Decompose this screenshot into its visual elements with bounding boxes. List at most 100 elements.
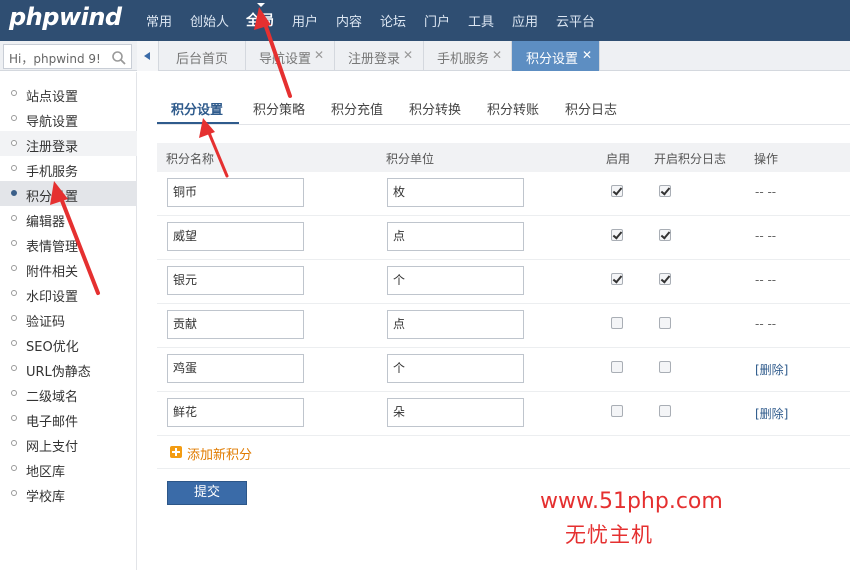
- sidebar-item-schools[interactable]: 学校库: [0, 481, 137, 506]
- nav-item-forum[interactable]: 论坛: [380, 11, 406, 30]
- bullet-icon: [11, 215, 17, 221]
- search-icon[interactable]: [111, 50, 127, 66]
- add-credit-link[interactable]: 添加新积分: [187, 444, 252, 463]
- sidebar-item-payment[interactable]: 网上支付: [0, 431, 137, 456]
- subtab-credit-strategy[interactable]: 积分策略: [253, 99, 305, 118]
- credit-name-input[interactable]: 威望: [167, 222, 304, 251]
- enable-checkbox[interactable]: [611, 361, 623, 373]
- plus-icon[interactable]: [170, 446, 182, 458]
- enable-checkbox[interactable]: [611, 273, 623, 285]
- credit-name-input[interactable]: 鸡蛋: [167, 354, 304, 383]
- close-icon[interactable]: ✕: [492, 48, 502, 62]
- nav-item-apps[interactable]: 应用: [512, 11, 538, 30]
- enable-checkbox[interactable]: [611, 185, 623, 197]
- tabs-scroll-left-button[interactable]: [137, 41, 159, 71]
- subtab-credit-recharge[interactable]: 积分充值: [331, 99, 383, 118]
- submit-button[interactable]: 提交: [167, 481, 247, 505]
- sidebar-item-credit-settings[interactable]: 积分设置: [0, 181, 137, 206]
- bullet-icon: [11, 490, 17, 496]
- tab-nav-settings[interactable]: 导航设置 ✕: [246, 41, 335, 71]
- bullet-icon: [11, 190, 17, 196]
- delete-link[interactable]: [删除]: [755, 405, 788, 422]
- action-placeholder: -- --: [755, 185, 777, 199]
- subtab-credit-settings[interactable]: 积分设置: [171, 99, 223, 118]
- enable-log-checkbox[interactable]: [659, 229, 671, 241]
- enable-log-checkbox[interactable]: [659, 317, 671, 329]
- bullet-icon: [11, 115, 17, 121]
- action-placeholder: -- --: [755, 273, 777, 287]
- nav-item-cloud[interactable]: 云平台: [556, 11, 595, 30]
- enable-log-checkbox[interactable]: [659, 361, 671, 373]
- sidebar-item-mobile-service[interactable]: 手机服务: [0, 156, 137, 181]
- sidebar-item-site-settings[interactable]: 站点设置: [0, 81, 137, 106]
- credit-name-input[interactable]: 鲜花: [167, 398, 304, 427]
- enable-log-checkbox[interactable]: [659, 185, 671, 197]
- sidebar-item-url-rewrite[interactable]: URL伪静态: [0, 356, 137, 381]
- close-icon[interactable]: ✕: [314, 48, 324, 62]
- sidebar-item-emoticons[interactable]: 表情管理: [0, 231, 137, 256]
- enable-log-checkbox[interactable]: [659, 273, 671, 285]
- bullet-icon: [11, 390, 17, 396]
- watermark-brand: 无忧主机: [565, 523, 653, 547]
- tab-strip: Hi，phpwind 9! 后台首页 导航设置 ✕ 注册登录 ✕ 手机服务 ✕ …: [0, 41, 850, 71]
- search-input[interactable]: Hi，phpwind 9!: [3, 44, 132, 69]
- sidebar-item-seo[interactable]: SEO优化: [0, 331, 137, 356]
- credit-name-input[interactable]: 铜币: [167, 178, 304, 207]
- tab-mobile-service[interactable]: 手机服务 ✕: [424, 41, 512, 71]
- enable-checkbox[interactable]: [611, 317, 623, 329]
- active-nav-caret-icon: [257, 3, 265, 7]
- nav-item-users[interactable]: 用户: [292, 11, 318, 30]
- credit-unit-input[interactable]: 点: [387, 222, 524, 251]
- credit-unit-input[interactable]: 朵: [387, 398, 524, 427]
- header-actions: 操作: [754, 152, 779, 166]
- enable-checkbox[interactable]: [611, 229, 623, 241]
- tab-register-login[interactable]: 注册登录 ✕: [335, 41, 424, 71]
- sidebar-item-captcha[interactable]: 验证码: [0, 306, 137, 331]
- sidebar-item-editor[interactable]: 编辑器: [0, 206, 137, 231]
- bullet-icon: [11, 440, 17, 446]
- subtab-credit-exchange[interactable]: 积分转换: [409, 99, 461, 118]
- phpwind-logo[interactable]: phpwind: [9, 3, 122, 31]
- add-credit-row: 添加新积分: [157, 440, 850, 469]
- credit-unit-input[interactable]: 个: [387, 354, 524, 383]
- watermark-url: www.51php.com: [540, 489, 723, 514]
- credit-unit-input[interactable]: 枚: [387, 178, 524, 207]
- top-navbar: phpwind 常用 创始人 全局 用户 内容 论坛 门户 工具 应用 云平台: [0, 0, 850, 41]
- nav-item-common[interactable]: 常用: [146, 11, 172, 30]
- nav-item-global[interactable]: 全局: [246, 10, 274, 30]
- table-row: 鲜花 朵 [删除]: [157, 392, 850, 436]
- sidebar-item-attachments[interactable]: 附件相关: [0, 256, 137, 281]
- sidebar-item-regions[interactable]: 地区库: [0, 456, 137, 481]
- nav-item-content[interactable]: 内容: [336, 11, 362, 30]
- close-icon[interactable]: ✕: [582, 48, 592, 62]
- bullet-icon: [11, 140, 17, 146]
- subtab-credit-transfer[interactable]: 积分转账: [487, 99, 539, 118]
- subtab-divider: [157, 124, 850, 125]
- tab-credit-settings[interactable]: 积分设置 ✕: [512, 41, 600, 71]
- enable-log-checkbox[interactable]: [659, 405, 671, 417]
- delete-link[interactable]: [删除]: [755, 361, 788, 378]
- bullet-icon: [11, 465, 17, 471]
- sidebar-item-watermark[interactable]: 水印设置: [0, 281, 137, 306]
- nav-item-founder[interactable]: 创始人: [190, 11, 229, 30]
- header-enable: 启用: [606, 152, 631, 166]
- table-row: 银元 个 -- --: [157, 260, 850, 304]
- nav-item-tools[interactable]: 工具: [468, 11, 494, 30]
- nav-item-portal[interactable]: 门户: [424, 11, 450, 30]
- left-arrow-icon: [144, 52, 150, 60]
- subtab-credit-log[interactable]: 积分日志: [565, 99, 617, 118]
- sidebar-item-nav-settings[interactable]: 导航设置: [0, 106, 137, 131]
- table-row: 威望 点 -- --: [157, 216, 850, 260]
- close-icon[interactable]: ✕: [403, 48, 413, 62]
- tab-admin-home[interactable]: 后台首页: [159, 41, 246, 71]
- bullet-icon: [11, 315, 17, 321]
- enable-checkbox[interactable]: [611, 405, 623, 417]
- sidebar-item-register-login[interactable]: 注册登录: [0, 131, 137, 156]
- credit-name-input[interactable]: 银元: [167, 266, 304, 295]
- credit-unit-input[interactable]: 个: [387, 266, 524, 295]
- credit-name-input[interactable]: 贡献: [167, 310, 304, 339]
- sidebar-item-subdomain[interactable]: 二级域名: [0, 381, 137, 406]
- credit-unit-input[interactable]: 点: [387, 310, 524, 339]
- header-credit-name: 积分名称: [166, 152, 215, 166]
- sidebar-item-email[interactable]: 电子邮件: [0, 406, 137, 431]
